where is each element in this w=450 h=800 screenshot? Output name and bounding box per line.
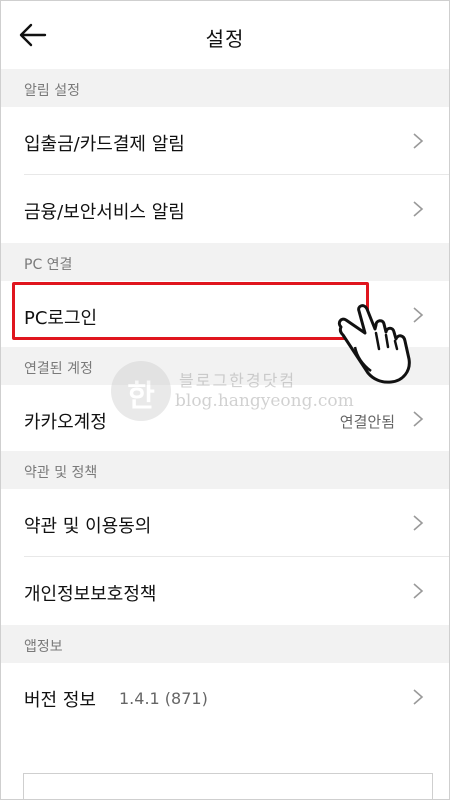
section-header-app-info: 앱정보 bbox=[1, 625, 449, 663]
row-label: 개인정보보호정책 bbox=[24, 584, 157, 605]
row-finance-security-notification[interactable]: 금융/보안서비스 알림 bbox=[1, 175, 449, 243]
watermark: 한 블로그한경닷컴 blog.hangyeong.com bbox=[111, 361, 354, 431]
section-title: 앱정보 bbox=[24, 639, 63, 655]
section-header-pc-connection: PC 연결 bbox=[1, 243, 449, 281]
watermark-text-en: blog.hangyeong.com bbox=[175, 391, 354, 411]
bottom-panel bbox=[23, 773, 433, 799]
section-title: 약관 및 정책 bbox=[24, 465, 98, 481]
row-privacy-policy[interactable]: 개인정보보호정책 bbox=[1, 557, 449, 625]
version-value: 1.4.1 (871) bbox=[119, 689, 208, 708]
chevron-right-icon bbox=[413, 133, 424, 149]
chevron-right-icon bbox=[413, 411, 424, 427]
row-label: 카카오계정 bbox=[24, 412, 107, 433]
row-label: 약관 및 이용동의 bbox=[24, 516, 152, 537]
chevron-right-icon bbox=[413, 201, 424, 217]
row-deposit-card-notification[interactable]: 입출금/카드결제 알림 bbox=[1, 107, 449, 175]
section-title: 알림 설정 bbox=[24, 83, 80, 99]
row-label: 버전 정보 bbox=[24, 690, 96, 711]
app-header: 설정 bbox=[1, 1, 449, 69]
watermark-logo: 한 bbox=[111, 361, 171, 421]
section-title: 연결된 계정 bbox=[24, 361, 93, 377]
settings-screen: 설정 알림 설정 입출금/카드결제 알림 금융/보안서비스 알림 PC 연결 P… bbox=[0, 0, 450, 800]
section-header-terms-policies: 약관 및 정책 bbox=[1, 451, 449, 489]
section-header-notifications: 알림 설정 bbox=[1, 69, 449, 107]
row-terms-consent[interactable]: 약관 및 이용동의 bbox=[1, 489, 449, 557]
highlight-box bbox=[12, 282, 369, 340]
row-version-info[interactable]: 버전 정보 1.4.1 (871) bbox=[1, 663, 449, 731]
chevron-right-icon bbox=[413, 583, 424, 599]
pointing-hand-icon bbox=[337, 304, 411, 384]
row-label: 입출금/카드결제 알림 bbox=[24, 134, 185, 155]
row-label: 금융/보안서비스 알림 bbox=[24, 202, 185, 223]
page-title: 설정 bbox=[205, 27, 245, 51]
watermark-text-ko: 블로그한경닷컴 bbox=[179, 371, 297, 390]
chevron-right-icon bbox=[413, 515, 424, 531]
chevron-right-icon bbox=[413, 307, 424, 323]
chevron-right-icon bbox=[413, 689, 424, 705]
section-title: PC 연결 bbox=[24, 257, 73, 273]
